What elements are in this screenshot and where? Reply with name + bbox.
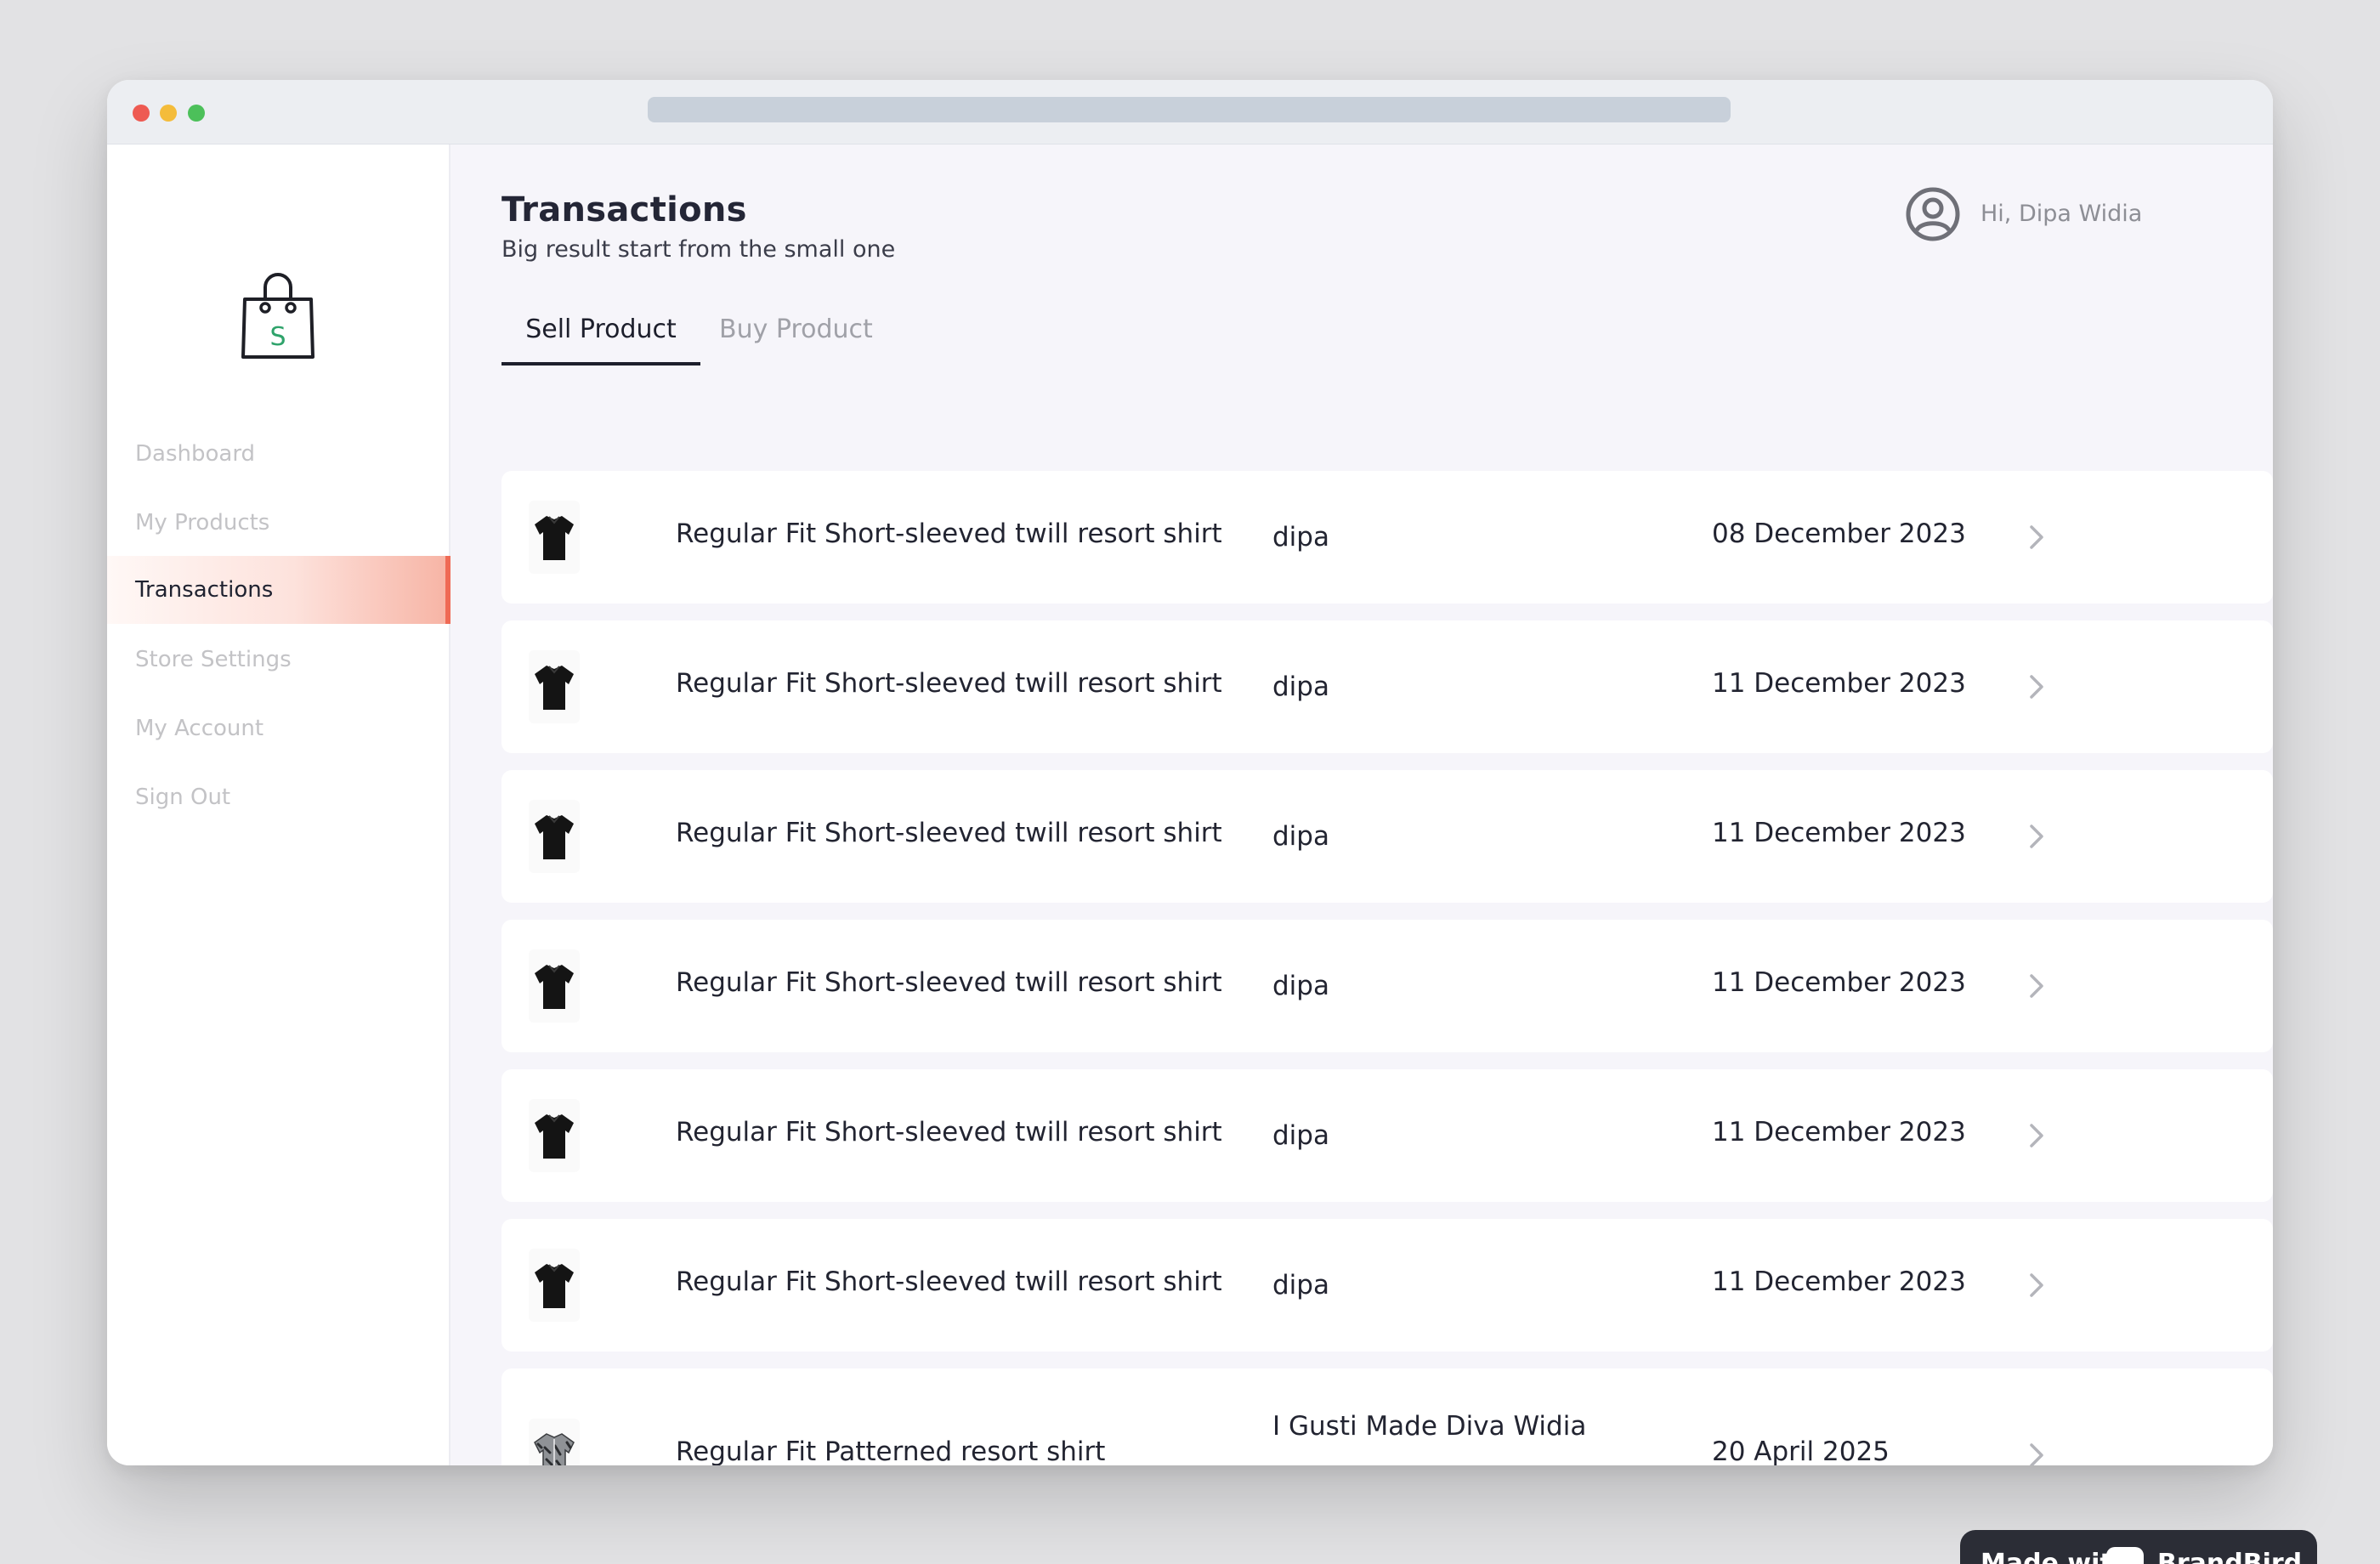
transaction-row[interactable]: Regular Fit Short-sleeved twill resort s… (502, 1069, 2273, 1202)
user-greeting: Hi, Dipa Widia (1980, 201, 2143, 227)
black-shirt-icon (535, 1264, 574, 1308)
sidebar-item-sign-out[interactable]: Sign Out (107, 763, 450, 831)
product-name: Regular Fit Short-sleeved twill resort s… (676, 518, 1222, 549)
patterned-shirt-icon (534, 1433, 575, 1465)
page-subtitle: Big result start from the small one (502, 236, 896, 263)
transaction-row[interactable]: Regular Fit Patterned resort shirt I Gus… (502, 1368, 2273, 1465)
transaction-row[interactable]: Regular Fit Short-sleeved twill resort s… (502, 471, 2273, 604)
brandbird-logo-icon (2106, 1547, 2144, 1564)
sidebar-item-store-settings[interactable]: Store Settings (107, 626, 450, 694)
buyer-name: dipa (1272, 971, 1329, 1001)
buyer-name: I Gusti Made Diva Widia Wiartha (1272, 1411, 1587, 1442)
product-thumbnail (529, 949, 580, 1023)
product-name: Regular Fit Patterned resort shirt (676, 1436, 1106, 1465)
made-with-badge[interactable]: Made with BrandBird (1960, 1530, 2317, 1564)
shopping-bag-logo-icon: S (241, 273, 314, 359)
buyer-name: dipa (1272, 672, 1329, 702)
minimize-window-button[interactable] (160, 105, 177, 122)
black-shirt-icon (535, 815, 574, 859)
buyer-name: dipa (1272, 821, 1329, 852)
black-shirt-icon (535, 1114, 574, 1159)
user-avatar-icon (1906, 187, 1960, 241)
transaction-date: 20 April 2025 (1712, 1436, 1890, 1465)
buyer-name: dipa (1272, 1270, 1329, 1300)
product-thumbnail (529, 501, 580, 574)
page-title: Transactions (502, 190, 747, 230)
product-thumbnail (529, 650, 580, 723)
transaction-date: 11 December 2023 (1712, 818, 1966, 848)
product-thumbnail (529, 1249, 580, 1322)
maximize-window-button[interactable] (188, 105, 205, 122)
tab-buy-product[interactable]: Buy Product (719, 306, 873, 366)
transaction-date: 11 December 2023 (1712, 1266, 1966, 1297)
transaction-date: 11 December 2023 (1712, 668, 1966, 699)
transaction-row[interactable]: Regular Fit Short-sleeved twill resort s… (502, 920, 2273, 1052)
product-name: Regular Fit Short-sleeved twill resort s… (676, 1266, 1222, 1297)
black-shirt-icon (535, 965, 574, 1009)
tab-sell-product[interactable]: Sell Product (502, 306, 700, 366)
chevron-right-icon[interactable] (2023, 819, 2048, 853)
main-content: Transactions Big result start from the s… (450, 144, 2273, 1465)
buyer-name: dipa (1272, 522, 1329, 552)
black-shirt-icon (535, 516, 574, 560)
chevron-right-icon[interactable] (2023, 969, 2048, 1003)
chevron-right-icon[interactable] (2023, 670, 2048, 704)
transaction-row[interactable]: Regular Fit Short-sleeved twill resort s… (502, 620, 2273, 753)
product-name: Regular Fit Short-sleeved twill resort s… (676, 818, 1222, 848)
transaction-row[interactable]: Regular Fit Short-sleeved twill resort s… (502, 1219, 2273, 1352)
badge-brand: BrandBird (2157, 1549, 2303, 1564)
chevron-right-icon[interactable] (2023, 1119, 2048, 1153)
chevron-right-icon[interactable] (2023, 1268, 2048, 1302)
transaction-date: 08 December 2023 (1712, 518, 1966, 549)
chevron-right-icon[interactable] (2023, 1438, 2048, 1465)
transaction-date: 11 December 2023 (1712, 967, 1966, 998)
address-bar[interactable] (648, 97, 1731, 122)
product-name: Regular Fit Short-sleeved twill resort s… (676, 1117, 1222, 1148)
product-thumbnail (529, 800, 580, 873)
product-thumbnail (529, 1099, 580, 1172)
black-shirt-icon (535, 666, 574, 710)
product-thumbnail (529, 1419, 580, 1465)
browser-window: S Dashboard My Products Transactions Sto… (107, 80, 2273, 1465)
buyer-name: dipa (1272, 1120, 1329, 1151)
product-name: Regular Fit Short-sleeved twill resort s… (676, 967, 1222, 998)
sidebar-item-my-account[interactable]: My Account (107, 694, 450, 762)
sidebar-item-my-products[interactable]: My Products (107, 489, 450, 557)
transaction-row[interactable]: Regular Fit Short-sleeved twill resort s… (502, 770, 2273, 903)
sidebar-item-transactions[interactable]: Transactions (107, 556, 450, 624)
transaction-date: 11 December 2023 (1712, 1117, 1966, 1148)
close-window-button[interactable] (133, 105, 150, 122)
sidebar-item-dashboard[interactable]: Dashboard (107, 420, 450, 488)
chevron-right-icon[interactable] (2023, 520, 2048, 554)
sidebar: S Dashboard My Products Transactions Sto… (107, 144, 450, 1465)
product-name: Regular Fit Short-sleeved twill resort s… (676, 668, 1222, 699)
window-titlebar (107, 80, 2273, 144)
logo-letter: S (269, 322, 286, 352)
